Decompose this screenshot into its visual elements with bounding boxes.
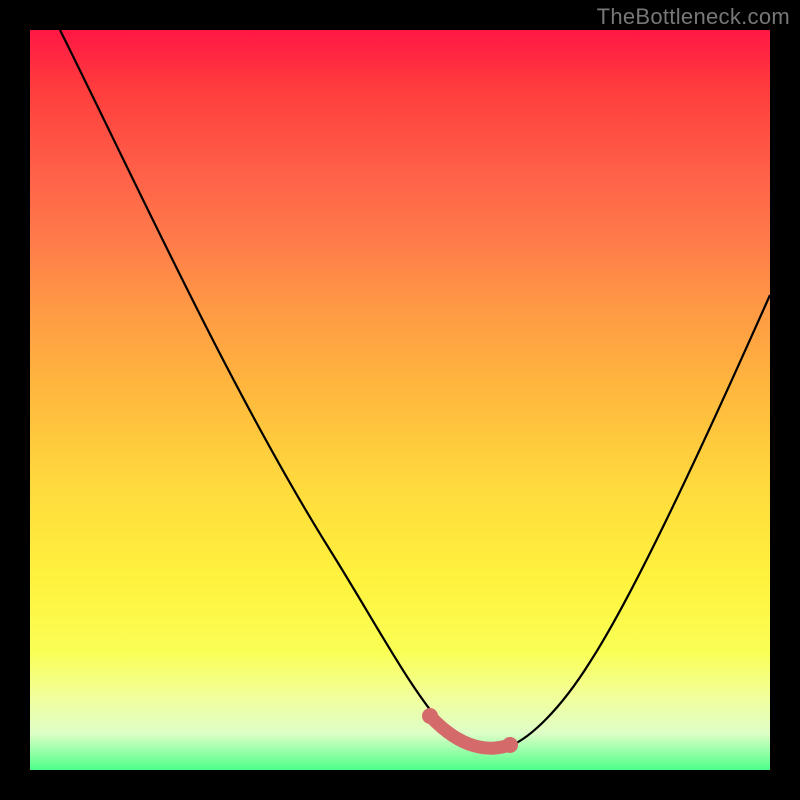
bottleneck-curve (60, 30, 770, 748)
highlight-end-dot (502, 737, 518, 753)
highlight-segment (430, 716, 510, 748)
watermark-text: TheBottleneck.com (597, 4, 790, 30)
plot-area (30, 30, 770, 770)
curve-svg (30, 30, 770, 770)
